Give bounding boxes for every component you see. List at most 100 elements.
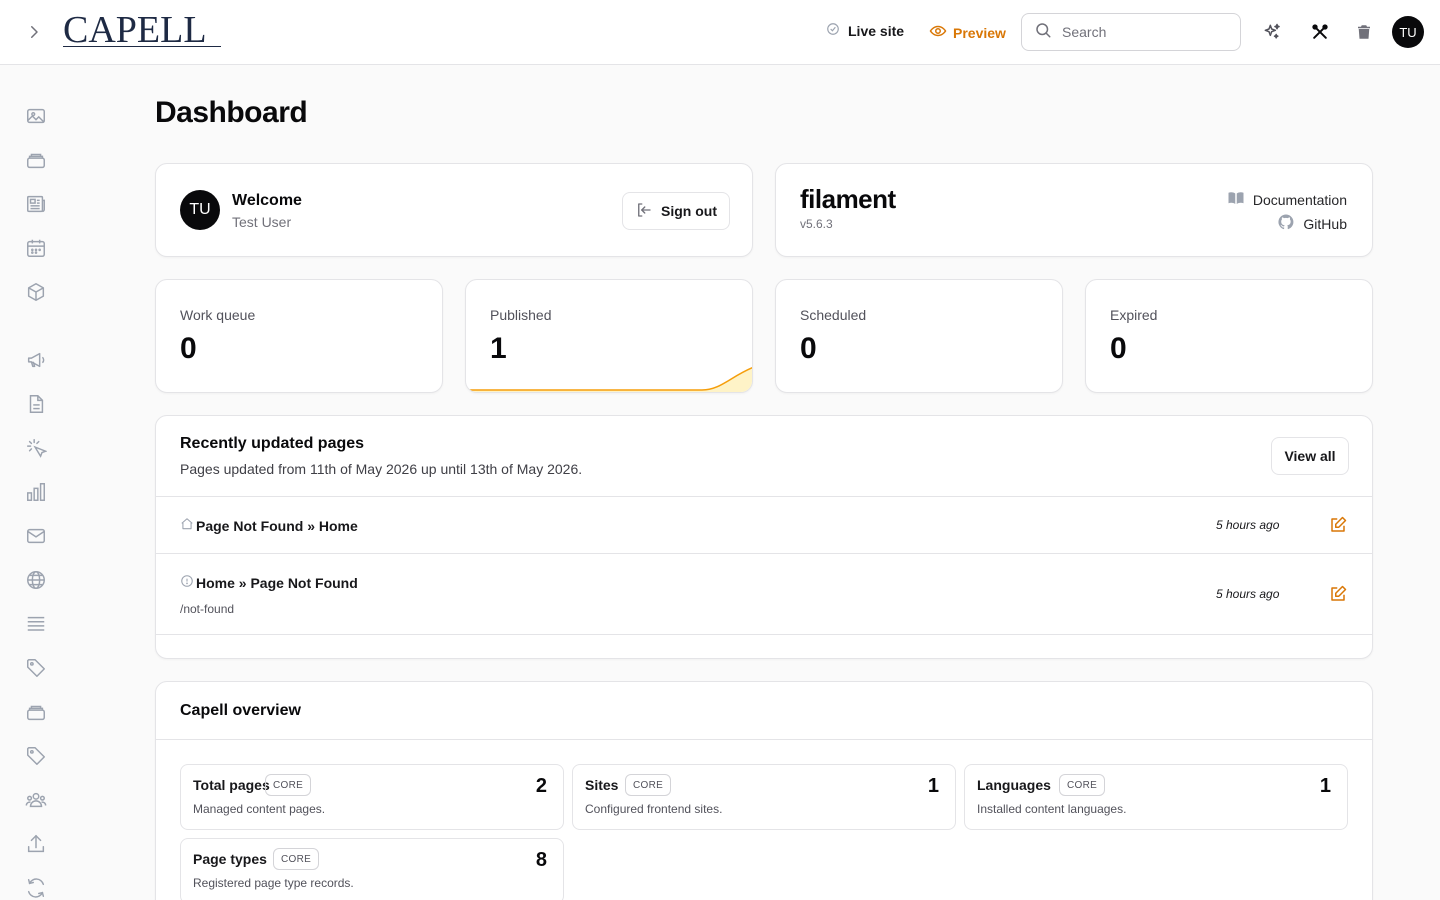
stat-value: 0 (180, 332, 197, 365)
documentation-label: Documentation (1252, 191, 1347, 208)
core-badge: CORE (265, 774, 312, 796)
sparkles-icon[interactable] (1260, 20, 1284, 44)
tools-icon[interactable] (1308, 20, 1332, 44)
table-row[interactable]: Home » Page Not Found /not-found 5 hours… (156, 553, 1372, 634)
user-avatar[interactable]: TU (1392, 16, 1424, 48)
view-all-button[interactable]: View all (1271, 437, 1349, 475)
envelope-icon[interactable] (24, 524, 48, 548)
stat-label: Published (490, 307, 552, 323)
overview-item-total-pages: Total pages CORE Managed content pages. … (180, 764, 564, 830)
search-icon (1034, 21, 1052, 44)
welcome-card: TU Welcome Test User Sign out (155, 163, 753, 257)
core-badge: CORE (273, 848, 320, 870)
preview-label: Preview (953, 24, 1006, 41)
upload-icon[interactable] (24, 832, 48, 856)
overview-item-count: 1 (927, 775, 939, 797)
overview-item-languages: Languages CORE Installed content languag… (964, 764, 1348, 830)
github-icon (1277, 213, 1295, 234)
edit-icon[interactable] (1328, 515, 1348, 535)
documentation-link[interactable]: Documentation (1227, 189, 1347, 210)
stat-card-published: Published 1 (465, 279, 753, 393)
newspaper-icon[interactable] (24, 192, 48, 216)
core-badge: CORE (625, 774, 672, 796)
overview-item-count: 8 (535, 849, 547, 871)
bar-chart-icon[interactable] (24, 480, 48, 504)
table-row[interactable]: Page Not Found » Home 5 hours ago (156, 496, 1372, 553)
overview-item-description: Managed content pages. (193, 802, 326, 816)
capell-overview-card: Capell overview Total pages CORE Managed… (155, 681, 1373, 900)
overview-item-name: Page types (193, 851, 267, 867)
book-icon (1227, 189, 1245, 210)
updated-time: 5 hours ago (1216, 518, 1280, 532)
cursor-click-icon[interactable] (24, 436, 48, 460)
page-link[interactable]: Home » Page Not Found (180, 574, 358, 591)
edit-icon[interactable] (1328, 584, 1348, 604)
list-icon[interactable] (24, 612, 48, 636)
page-title: Dashboard (155, 96, 308, 129)
recently-updated-pages-card: Recently updated pages Pages updated fro… (155, 415, 1373, 659)
sign-out-label: Sign out (661, 203, 717, 219)
stack-icon[interactable] (24, 148, 48, 172)
globe-icon[interactable] (24, 568, 48, 592)
sign-out-button[interactable]: Sign out (622, 192, 730, 230)
welcome-title: Welcome (232, 192, 302, 209)
page-slug: /not-found (180, 602, 235, 616)
tag-icon[interactable] (24, 744, 48, 768)
page-link[interactable]: Page Not Found » Home (180, 517, 358, 534)
page-title-text: Home » Page Not Found (196, 574, 358, 591)
calendar-icon[interactable] (24, 236, 48, 260)
stat-value: 0 (800, 332, 817, 365)
github-label: GitHub (1303, 215, 1347, 232)
cube-icon[interactable] (24, 280, 48, 304)
preview-link[interactable]: Preview (929, 22, 1006, 43)
users-icon[interactable] (24, 788, 48, 812)
section-description: Pages updated from 11th of May 2026 up u… (180, 461, 583, 477)
filament-logo: filament (800, 184, 896, 214)
live-site-link[interactable]: Live site (826, 22, 904, 39)
welcome-user-name: Test User (232, 214, 292, 230)
sign-out-icon (635, 201, 653, 222)
updated-time: 5 hours ago (1216, 587, 1280, 601)
overview-item-name: Languages (977, 777, 1051, 793)
sidebar-toggle-chevron-right-icon[interactable] (22, 20, 46, 44)
stat-label: Expired (1110, 307, 1158, 323)
github-link[interactable]: GitHub (1277, 213, 1347, 234)
logo-underline (63, 46, 221, 47)
overview-item-count: 1 (1319, 775, 1331, 797)
info-circle-icon (180, 574, 194, 591)
top-bar: CAPELL Live site Preview TU (0, 0, 1440, 65)
megaphone-icon[interactable] (24, 348, 48, 372)
overview-item-description: Configured frontend sites. (585, 802, 723, 816)
live-site-label: Live site (848, 22, 905, 39)
sidebar (0, 65, 72, 900)
published-sparkline (466, 367, 752, 392)
welcome-avatar: TU (180, 190, 220, 230)
core-badge: CORE (1059, 774, 1106, 796)
overview-item-description: Registered page type records. (193, 876, 354, 890)
stat-card-expired: Expired 0 (1085, 279, 1373, 393)
document-icon[interactable] (24, 392, 48, 416)
stack-icon[interactable] (24, 700, 48, 724)
capell-logo[interactable]: CAPELL (63, 10, 207, 50)
overview-item-page-types: Page types CORE Registered page type rec… (180, 838, 564, 900)
overview-item-count: 2 (535, 775, 547, 797)
stat-value: 0 (1110, 332, 1127, 365)
trash-icon[interactable] (1352, 20, 1376, 44)
overview-item-description: Installed content languages. (977, 802, 1127, 816)
section-title: Capell overview (180, 702, 301, 719)
search-input[interactable] (1062, 24, 1222, 40)
stat-value: 1 (490, 332, 507, 365)
home-icon (180, 517, 194, 534)
stat-label: Work queue (180, 307, 256, 323)
check-circle-icon (826, 22, 840, 39)
eye-icon (929, 22, 947, 43)
stat-label: Scheduled (800, 307, 867, 323)
search-box[interactable] (1021, 13, 1241, 51)
tag-icon[interactable] (24, 656, 48, 680)
refresh-icon[interactable] (24, 876, 48, 900)
page-title-text: Page Not Found » Home (196, 517, 358, 534)
stat-card-work-queue: Work queue 0 (155, 279, 443, 393)
stat-card-scheduled: Scheduled 0 (775, 279, 1063, 393)
overview-item-name: Sites (585, 777, 619, 793)
image-icon[interactable] (24, 104, 48, 128)
